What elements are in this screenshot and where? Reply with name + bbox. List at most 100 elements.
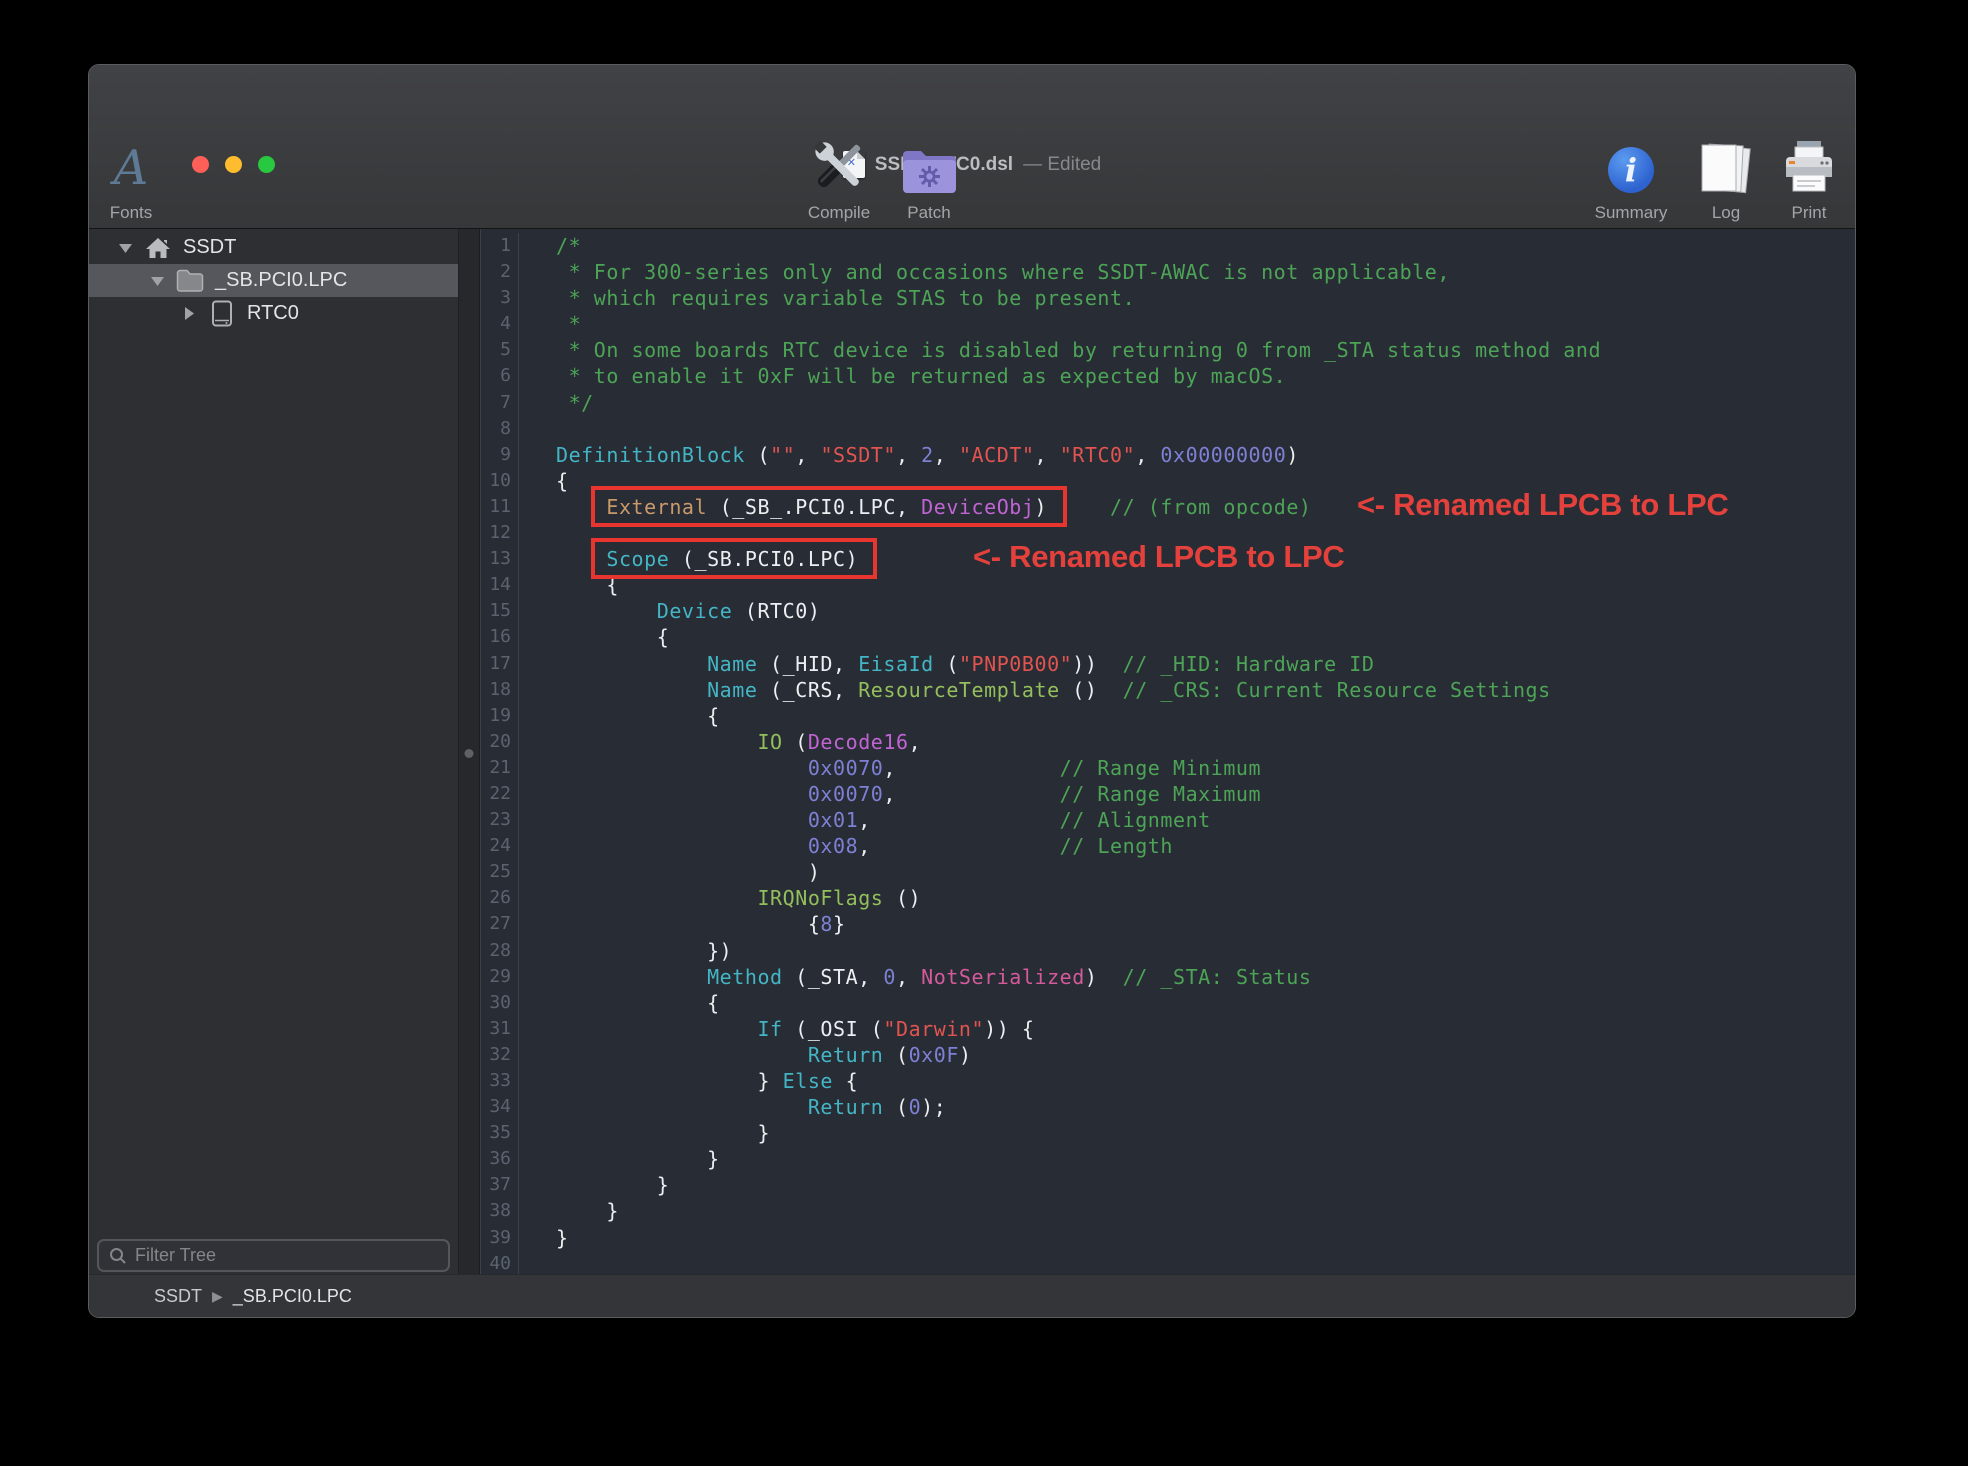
sidebar-resize-handle[interactable] (458, 229, 480, 1276)
code-lines: 1/*2 * For 300-series only and occasions… (481, 229, 1855, 1276)
line-number: 8 (481, 416, 519, 442)
line-number: 19 (481, 703, 519, 729)
code-line: 9DefinitionBlock ("", "SSDT", 2, "ACDT",… (481, 442, 1855, 468)
code-line: 36 } (481, 1146, 1855, 1172)
code-line: 29 Method (_STA, 0, NotSerialized) // _S… (481, 964, 1855, 990)
tree-item-label: SSDT (183, 236, 236, 259)
line-number: 22 (481, 781, 519, 807)
breadcrumb-root[interactable]: SSDT (154, 1286, 202, 1307)
log-label: Log (1712, 203, 1740, 223)
code-editor[interactable]: 1/*2 * For 300-series only and occasions… (480, 229, 1855, 1276)
code-text: External (_SB_.PCI0.LPC, DeviceObj) // (… (519, 494, 1312, 520)
line-number: 40 (481, 1251, 519, 1276)
compile-tools-icon (808, 131, 870, 197)
line-number: 3 (481, 285, 519, 311)
code-text: Return (0x0F) (519, 1042, 972, 1068)
code-line: 23 0x01, // Alignment (481, 807, 1855, 833)
code-line: 20 IO (Decode16, (481, 729, 1855, 755)
code-line: 24 0x08, // Length (481, 833, 1855, 859)
window-header: SSDT-RTC0.dsl — Edited A Fonts (89, 65, 1855, 229)
code-line: 37 } (481, 1172, 1855, 1198)
code-text: { (519, 703, 720, 729)
filter-tree-box[interactable] (97, 1239, 450, 1272)
line-number: 33 (481, 1068, 519, 1094)
line-number: 15 (481, 598, 519, 624)
home-icon (143, 236, 173, 260)
code-line: 34 Return (0); (481, 1094, 1855, 1120)
line-number: 1 (481, 233, 519, 259)
printer-icon (1780, 131, 1838, 197)
code-text: } (519, 1198, 619, 1224)
code-line: 26 IRQNoFlags () (481, 885, 1855, 911)
line-number: 12 (481, 520, 519, 546)
code-text: { (519, 572, 619, 598)
window-title-edited: — Edited (1023, 154, 1101, 176)
print-button[interactable]: Print (1744, 131, 1856, 223)
code-text (519, 520, 556, 546)
code-line: 11 External (_SB_.PCI0.LPC, DeviceObj) /… (481, 494, 1855, 520)
code-line: 2 * For 300-series only and occasions wh… (481, 259, 1855, 285)
breadcrumb-current[interactable]: _SB.PCI0.LPC (233, 1286, 352, 1307)
fonts-label: Fonts (110, 203, 153, 223)
line-number: 37 (481, 1172, 519, 1198)
line-number: 4 (481, 311, 519, 337)
code-text (519, 416, 556, 442)
code-line: 33 } Else { (481, 1068, 1855, 1094)
code-text: } (519, 1172, 669, 1198)
code-text: /* (519, 233, 581, 259)
tree-item-label: RTC0 (247, 302, 299, 325)
code-line: 12 (481, 520, 1855, 546)
patch-button[interactable]: Patch (864, 131, 994, 223)
code-line: 38 } (481, 1198, 1855, 1224)
code-line: 35 } (481, 1120, 1855, 1146)
line-number: 25 (481, 859, 519, 885)
code-line: 7 */ (481, 390, 1855, 416)
patch-label: Patch (907, 203, 950, 223)
tree-item-ssdt[interactable]: SSDT (89, 231, 458, 264)
filter-tree-input[interactable] (135, 1245, 438, 1266)
line-number: 9 (481, 442, 519, 468)
code-line: 13 Scope (_SB.PCI0.LPC) (481, 546, 1855, 572)
code-text: } Else { (519, 1068, 858, 1094)
line-number: 20 (481, 729, 519, 755)
line-number: 14 (481, 572, 519, 598)
code-line: 15 Device (RTC0) (481, 598, 1855, 624)
tree-item-rtc0[interactable]: RTC0 (89, 297, 458, 330)
code-text: Return (0); (519, 1094, 946, 1120)
code-text: DefinitionBlock ("", "SSDT", 2, "ACDT", … (519, 442, 1299, 468)
fonts-button[interactable]: A Fonts (88, 131, 196, 223)
code-text: 0x01, // Alignment (519, 807, 1211, 833)
code-line: 32 Return (0x0F) (481, 1042, 1855, 1068)
disclosure-collapsed-icon[interactable] (179, 306, 199, 321)
code-line: 8 (481, 416, 1855, 442)
code-text: { (519, 990, 720, 1016)
disclosure-expanded-icon[interactable] (115, 242, 135, 254)
code-text: If (_OSI ("Darwin")) { (519, 1016, 1035, 1042)
code-line: 28 }) (481, 938, 1855, 964)
code-line: 1/* (481, 233, 1855, 259)
code-text: Name (_CRS, ResourceTemplate () // _CRS:… (519, 677, 1551, 703)
tree-item--sb-pci0-lpc[interactable]: _SB.PCI0.LPC (89, 264, 458, 297)
line-number: 16 (481, 624, 519, 650)
code-line: 27 {8} (481, 911, 1855, 937)
code-line: 3 * which requires variable STAS to be p… (481, 285, 1855, 311)
line-number: 32 (481, 1042, 519, 1068)
summary-label: Summary (1595, 203, 1668, 223)
code-line: 4 * (481, 311, 1855, 337)
line-number: 30 (481, 990, 519, 1016)
print-label: Print (1792, 203, 1827, 223)
line-number: 24 (481, 833, 519, 859)
line-number: 29 (481, 964, 519, 990)
code-text (519, 1251, 556, 1276)
line-number: 34 (481, 1094, 519, 1120)
code-text: IO (Decode16, (519, 729, 921, 755)
code-text: Name (_HID, EisaId ("PNP0B00")) // _HID:… (519, 651, 1374, 677)
code-text: } (519, 1120, 770, 1146)
fonts-a-icon: A (114, 139, 149, 197)
disclosure-expanded-icon[interactable] (147, 275, 167, 287)
line-number: 35 (481, 1120, 519, 1146)
code-text: 0x0070, // Range Minimum (519, 755, 1261, 781)
code-line: 14 { (481, 572, 1855, 598)
code-text: { (519, 468, 569, 494)
code-line: 30 { (481, 990, 1855, 1016)
